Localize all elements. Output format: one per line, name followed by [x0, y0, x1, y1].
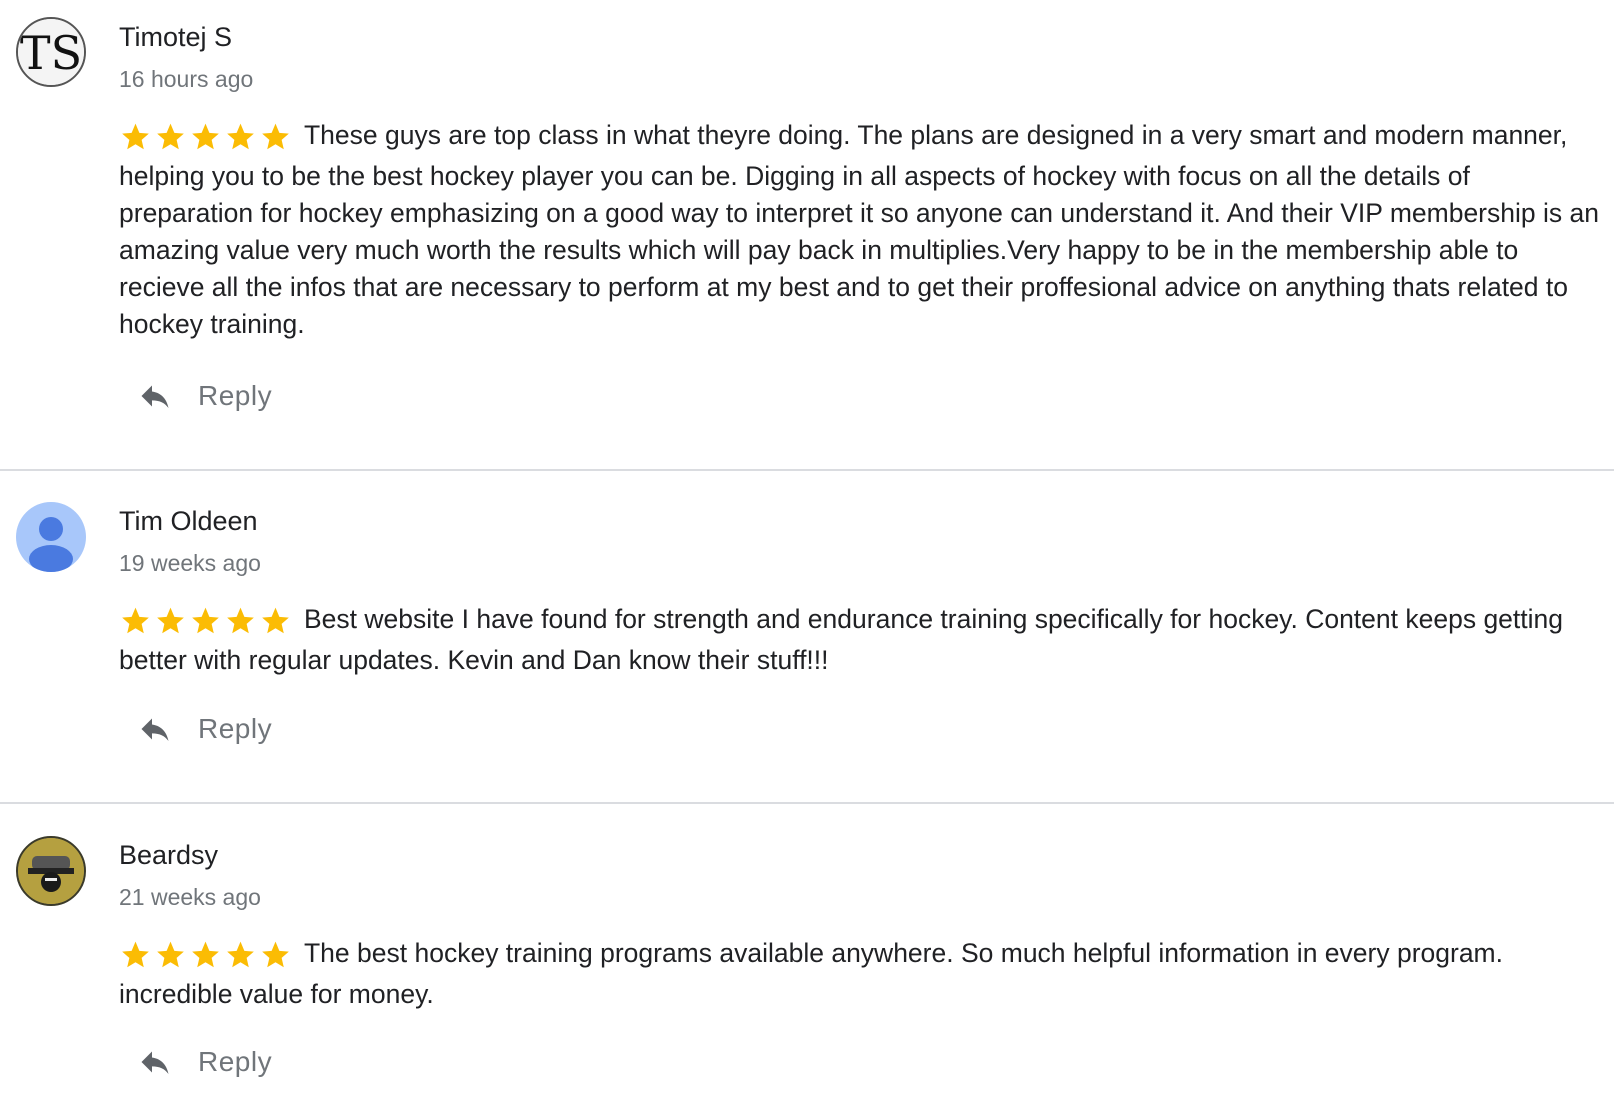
star-icon: [157, 123, 184, 150]
star-icon: [227, 941, 254, 968]
star-icon: [157, 941, 184, 968]
divider: [0, 802, 1614, 804]
star-icon: [262, 941, 289, 968]
divider: [0, 469, 1614, 471]
star-rating: [119, 121, 294, 158]
avatar[interactable]: TS: [16, 17, 86, 87]
star-rating: [119, 939, 294, 976]
avatar[interactable]: [16, 836, 86, 906]
reviewer-name[interactable]: Timotej S: [119, 20, 232, 54]
reviewer-name[interactable]: Beardsy: [119, 838, 218, 872]
star-icon: [262, 123, 289, 150]
star-icon: [227, 607, 254, 634]
reply-label: Reply: [198, 713, 273, 744]
star-rating: [119, 605, 294, 642]
review-body: These guys are top class in what theyre …: [119, 117, 1599, 343]
person-icon: [29, 517, 73, 572]
star-icon: [157, 607, 184, 634]
reply-arrow-icon: [141, 385, 169, 408]
reviewer-name[interactable]: Tim Oldeen: [119, 504, 258, 538]
avatar-monogram: TS: [18, 19, 84, 85]
beard-logo-icon: [18, 838, 84, 904]
star-icon: [122, 123, 149, 150]
star-icon: [227, 123, 254, 150]
reply-arrow-icon: [141, 718, 169, 741]
star-icon: [192, 607, 219, 634]
reply-button[interactable]: Reply: [134, 1040, 272, 1084]
reply-arrow-icon: [141, 1051, 169, 1074]
review-time: 21 weeks ago: [119, 884, 261, 910]
star-icon: [262, 607, 289, 634]
review-body: The best hockey training programs availa…: [119, 935, 1599, 1013]
reply-label: Reply: [198, 1046, 273, 1077]
reply-button[interactable]: Reply: [134, 707, 272, 751]
star-icon: [122, 607, 149, 634]
review-time: 16 hours ago: [119, 66, 254, 92]
reply-button[interactable]: Reply: [134, 374, 272, 418]
star-icon: [192, 123, 219, 150]
review-text: Best website I have found for strength a…: [119, 604, 1564, 675]
review-text: The best hockey training programs availa…: [119, 938, 1503, 1009]
svg-text:TS: TS: [20, 26, 82, 80]
avatar[interactable]: [16, 502, 86, 572]
review-text: These guys are top class in what theyre …: [119, 120, 1599, 339]
star-icon: [122, 941, 149, 968]
review-time: 19 weeks ago: [119, 550, 261, 576]
reply-label: Reply: [198, 380, 273, 411]
star-icon: [192, 941, 219, 968]
review-body: Best website I have found for strength a…: [119, 601, 1599, 679]
